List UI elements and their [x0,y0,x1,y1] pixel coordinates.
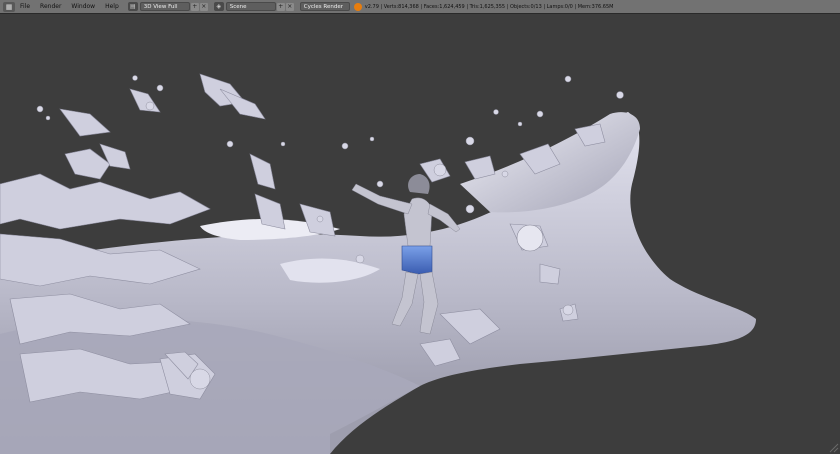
view3d-icon: ▦ [5,2,13,11]
scene-add-button[interactable]: + [276,2,285,11]
menu-help[interactable]: Help [105,3,119,10]
menu-file[interactable]: File [20,3,30,10]
blender-logo-icon [353,2,362,11]
layout-grid-icon[interactable]: ▤ [127,2,138,11]
blender-window: ▦ File Render Window Help ▤ 3D View Full… [0,0,840,454]
sphere-drop [516,224,544,252]
menu-render[interactable]: Render [40,3,61,10]
menu-window[interactable]: Window [71,3,95,10]
screen-layout-field[interactable]: 3D View Full [139,2,190,11]
editor-type-button[interactable]: ▦ [3,1,15,12]
scene-value: Scene [229,3,247,10]
screen-layout-value: 3D View Full [143,3,178,10]
render-engine-value: Cycles Render [303,3,344,10]
3d-viewport[interactable] [0,14,840,454]
info-header: ▦ File Render Window Help ▤ 3D View Full… [0,0,840,14]
screen-delete-button[interactable]: × [199,2,208,11]
screen-add-button[interactable]: + [190,2,199,11]
render-engine-select[interactable]: Cycles Render [299,2,350,11]
scene-icon[interactable]: ◈ [213,2,224,11]
scene-field[interactable]: Scene [225,2,276,11]
scene-delete-button[interactable]: × [285,2,294,11]
scene-stats: v2.79 | Verts:814,368 | Faces:1,624,459 … [364,3,614,10]
